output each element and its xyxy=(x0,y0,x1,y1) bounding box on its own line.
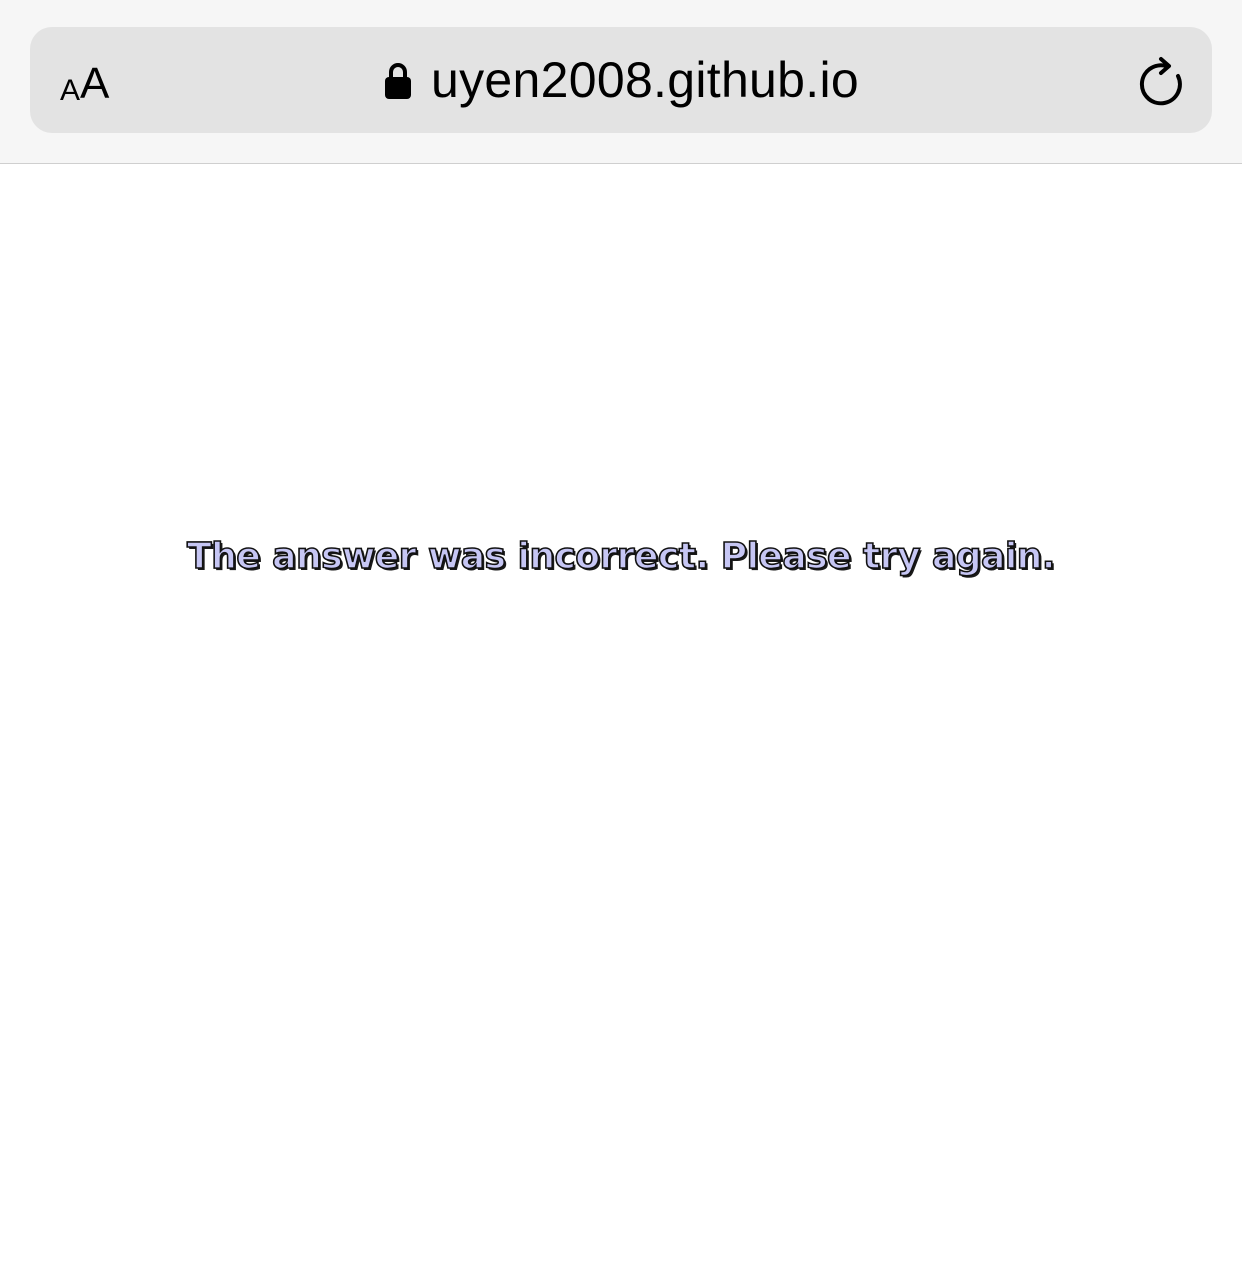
lock-icon xyxy=(385,63,411,99)
address-display[interactable]: uyen2008.github.io xyxy=(0,27,1242,133)
reload-icon[interactable] xyxy=(1136,56,1188,108)
error-message: The answer was incorrect. Please try aga… xyxy=(186,535,1056,578)
url-text: uyen2008.github.io xyxy=(431,52,859,108)
browser-toolbar: A A uyen2008.github.io xyxy=(0,0,1242,164)
